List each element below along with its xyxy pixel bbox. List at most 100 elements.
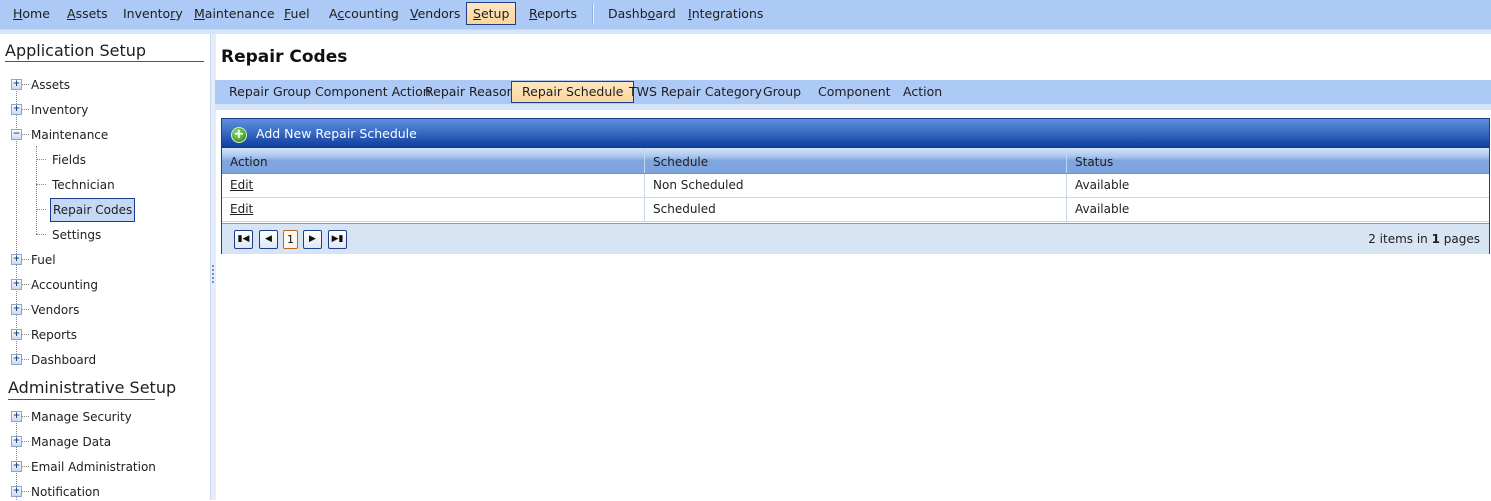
prev-page-button[interactable]: ◀ — [259, 230, 278, 249]
tab-action[interactable]: Action — [893, 82, 952, 102]
tree-item-label: Maintenance — [31, 128, 109, 142]
tree-item-label: Settings — [52, 228, 102, 242]
expand-icon[interactable]: + — [11, 279, 22, 290]
add-new-repair-schedule-button[interactable]: Add New Repair Schedule — [256, 126, 417, 141]
grid-pager: ▮◀ ◀ 1 ▶ ▶▮ 2 items in 1 pages — [222, 223, 1489, 254]
menu-home-label: Home — [13, 6, 50, 21]
tree-item-label: Inventory — [31, 103, 89, 117]
tree-item-label: Fields — [52, 153, 86, 167]
pager-info-prefix: 2 items in — [1368, 232, 1432, 246]
prev-page-icon: ◀ — [265, 234, 272, 244]
section-title-administrative-setup: Administrative Setup — [8, 378, 177, 397]
tree-item-label: Email Administration — [31, 460, 156, 474]
menu-fuel-label: Fuel — [284, 6, 310, 21]
section-rule — [8, 399, 155, 400]
expand-icon[interactable]: + — [11, 254, 22, 265]
splitter-grip-icon[interactable] — [212, 265, 214, 285]
menu-integrations[interactable]: Integrations — [682, 3, 769, 24]
menu-accounting[interactable]: Accounting — [323, 3, 405, 24]
tree-item-label: Notification — [31, 485, 100, 499]
first-page-icon: ▮◀ — [237, 234, 250, 244]
expand-icon[interactable]: + — [11, 486, 22, 497]
cell-action: Edit — [222, 198, 644, 221]
cell-schedule: Scheduled — [644, 198, 1067, 221]
cell-status: Available — [1066, 198, 1489, 221]
sidebar: Application Setup + Assets + Inventory −… — [0, 34, 210, 500]
expand-icon[interactable]: + — [11, 354, 22, 365]
menu-dashboard[interactable]: Dashboard — [602, 3, 682, 24]
menu-integrations-label: Integrations — [688, 6, 764, 21]
expand-icon[interactable]: + — [11, 104, 22, 115]
section-title-application-setup: Application Setup — [5, 41, 147, 60]
menu-setup[interactable]: Setup — [466, 2, 517, 25]
tab-tws-repair-category[interactable]: TWS Repair Category — [619, 82, 772, 102]
tree-item-label: Vendors — [31, 303, 80, 317]
menu-home[interactable]: Home — [7, 3, 56, 24]
tree-item-label: Technician — [52, 178, 115, 192]
pager-info-pages: 1 — [1431, 232, 1440, 246]
table-row: Edit Non Scheduled Available — [222, 174, 1489, 198]
top-menu-bar: Home Assets Inventory Maintenance Fuel A… — [0, 0, 1491, 30]
next-page-icon: ▶ — [309, 234, 316, 244]
menu-reports[interactable]: Reports — [523, 3, 583, 24]
edit-link[interactable]: Edit — [230, 178, 253, 192]
expand-icon[interactable]: + — [11, 329, 22, 340]
menu-setup-label: Setup — [473, 6, 510, 21]
grid-toolbar: + Add New Repair Schedule — [222, 119, 1489, 148]
menu-inventory-label: Inventory — [123, 6, 183, 21]
pager-info-suffix: pages — [1439, 232, 1480, 246]
repair-schedule-grid: + Add New Repair Schedule Action Schedul… — [221, 118, 1490, 254]
grid-header: Action Schedule Status — [222, 148, 1489, 174]
tree-item-label: Manage Data — [31, 435, 112, 449]
next-page-button[interactable]: ▶ — [303, 230, 322, 249]
table-row: Edit Scheduled Available — [222, 198, 1489, 222]
tree-item-label: Repair Codes — [50, 198, 136, 222]
tree-item-label: Reports — [31, 328, 78, 342]
last-page-icon: ▶▮ — [331, 234, 344, 244]
tree-item-label: Accounting — [31, 278, 99, 292]
tree-item-label: Assets — [31, 78, 71, 92]
tab-component[interactable]: Component — [808, 82, 901, 102]
expand-icon[interactable]: + — [11, 304, 22, 315]
page-1-button[interactable]: 1 — [283, 230, 298, 249]
menu-assets[interactable]: Assets — [61, 3, 114, 24]
tab-repair-reason[interactable]: Repair Reason — [415, 82, 525, 102]
cell-schedule: Non Scheduled — [644, 174, 1067, 197]
menu-reports-label: Reports — [529, 6, 577, 21]
tab-group[interactable]: Group — [753, 82, 811, 102]
tree-item-label: Fuel — [31, 253, 56, 267]
tab-repair-schedule[interactable]: Repair Schedule — [511, 81, 635, 103]
menu-accounting-label: Accounting — [329, 6, 399, 21]
column-header-action[interactable]: Action — [222, 148, 644, 173]
tab-bar-strip — [215, 104, 1491, 110]
menu-fuel[interactable]: Fuel — [278, 3, 316, 24]
menu-bottom-strip — [0, 30, 1491, 34]
tree-item-label: Dashboard — [31, 353, 97, 367]
expand-icon[interactable]: + — [11, 79, 22, 90]
section-rule — [5, 61, 204, 62]
menu-inventory[interactable]: Inventory — [117, 3, 189, 24]
expand-icon[interactable]: + — [11, 436, 22, 447]
tab-repair-group-component-action[interactable]: Repair Group Component Action — [219, 82, 441, 102]
cell-action: Edit — [222, 174, 644, 197]
tree-item-label: Manage Security — [31, 410, 132, 424]
menu-maintenance-label: Maintenance — [194, 6, 275, 21]
first-page-button[interactable]: ▮◀ — [234, 230, 253, 249]
column-header-schedule[interactable]: Schedule — [644, 148, 1067, 173]
menu-maintenance[interactable]: Maintenance — [188, 3, 281, 24]
edit-link[interactable]: Edit — [230, 202, 253, 216]
expand-icon[interactable]: + — [11, 411, 22, 422]
pager-info: 2 items in 1 pages — [1368, 232, 1480, 246]
page-title: Repair Codes — [221, 47, 348, 67]
menu-assets-label: Assets — [67, 6, 108, 21]
plus-circle-icon[interactable]: + — [231, 127, 247, 143]
menu-dashboard-label: Dashboard — [608, 6, 676, 21]
column-header-status[interactable]: Status — [1066, 148, 1489, 173]
collapse-icon[interactable]: − — [11, 129, 22, 140]
last-page-button[interactable]: ▶▮ — [328, 230, 347, 249]
menu-vendors-label: Vendors — [410, 6, 461, 21]
tab-bar: Repair Group Component Action Repair Rea… — [215, 80, 1491, 104]
menu-vendors[interactable]: Vendors — [404, 3, 466, 24]
expand-icon[interactable]: + — [11, 461, 22, 472]
menu-separator — [592, 4, 594, 24]
